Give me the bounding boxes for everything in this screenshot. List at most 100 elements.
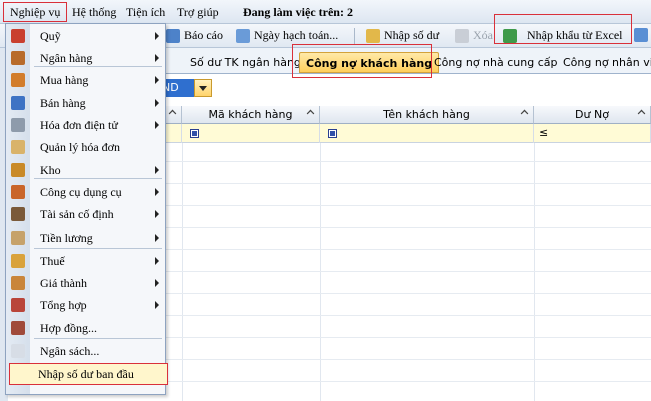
highlight-menu-nghiep-vu: [3, 2, 67, 22]
grid-row-line: [158, 161, 651, 162]
delete-label: Xóa: [473, 28, 493, 42]
dropdown-item-label: Nhập số dư ban đầu: [38, 367, 134, 381]
dropdown-item-label: Bán hàng: [40, 96, 86, 110]
column-header-label: Tên khách hàng: [383, 108, 470, 121]
report-button[interactable]: Báo cáo: [166, 28, 223, 43]
dropdown-item-ban-hang[interactable]: Bán hàng: [6, 92, 165, 114]
dropdown-item-quy[interactable]: Quỹ: [6, 25, 165, 47]
submenu-arrow-icon: [155, 99, 159, 107]
grid-column-line: [534, 143, 535, 401]
grid-row-line: [158, 249, 651, 250]
dropdown-item-tien-luong[interactable]: Tiền lương: [6, 227, 165, 249]
dropdown-item-hoa-don-dien-tu[interactable]: Hóa đơn điện tử: [6, 114, 165, 136]
submenu-arrow-icon: [155, 76, 159, 84]
dropdown-item-nhap-so-du-ban-dau[interactable]: Nhập số dư ban đầu: [9, 363, 168, 385]
submenu-arrow-icon: [155, 188, 159, 196]
grid-row-line: [158, 359, 651, 360]
filter-row: ≤: [158, 124, 651, 143]
calendar-icon: [236, 28, 250, 43]
menu-he-thong[interactable]: Hệ thống: [72, 5, 116, 20]
tab-bank-balance[interactable]: Số dư TK ngân hàng: [184, 52, 307, 73]
dropdown-item-cong-cu-dung-cu[interactable]: Công cụ dụng cụ: [6, 181, 165, 203]
nghiep-vu-dropdown: Quỹ Ngân hàng Mua hàng Bán hàng Hóa đơn điện…: [5, 23, 168, 395]
column-header-label: Mã khách hàng: [208, 108, 293, 121]
report-label: Báo cáo: [184, 28, 223, 42]
grid-column-line: [320, 143, 321, 401]
grid-row-line: [158, 315, 651, 316]
budget-icon: [11, 344, 25, 358]
dropdown-item-tai-san-co-dinh[interactable]: Tài sản cố định: [6, 203, 165, 225]
sales-icon: [11, 96, 25, 110]
bank-icon: [11, 51, 25, 65]
delete-icon: [455, 28, 469, 43]
filter-icon[interactable]: [190, 129, 199, 138]
data-grid: Mã khách hàng Tên khách hàng Dư Nợ ≤: [158, 106, 651, 401]
submenu-arrow-icon: [155, 166, 159, 174]
enter-balance-icon: [366, 28, 380, 43]
dropdown-item-label: Thuế: [40, 254, 65, 268]
working-on-status: Đang làm việc trên: 2: [243, 5, 353, 19]
dropdown-item-label: Công cụ dụng cụ: [40, 185, 122, 199]
chevron-down-icon[interactable]: [194, 79, 212, 97]
delete-button[interactable]: Xóa: [455, 28, 493, 43]
dropdown-item-label: Ngân sách...: [40, 344, 100, 358]
filter-icon[interactable]: [328, 129, 337, 138]
e-invoice-icon: [11, 118, 25, 132]
dropdown-item-label: Quỹ: [40, 29, 61, 43]
submenu-arrow-icon: [155, 257, 159, 265]
menu-tien-ich[interactable]: Tiện ích: [126, 5, 165, 20]
dropdown-item-hop-dong[interactable]: Hợp đồng...: [6, 317, 165, 339]
submenu-arrow-icon: [155, 301, 159, 309]
tab-employee-debt[interactable]: Công nợ nhân viê: [557, 52, 651, 73]
salary-icon: [11, 231, 25, 245]
purchase-icon: [11, 73, 25, 87]
dropdown-item-ngan-sach[interactable]: Ngân sách...: [6, 340, 165, 362]
grid-row-line: [158, 337, 651, 338]
grid-row-line: [158, 183, 651, 184]
tax-icon: [11, 254, 25, 268]
highlight-import-excel: [494, 14, 632, 44]
grid-row-line: [158, 227, 651, 228]
dropdown-item-ngan-hang[interactable]: Ngân hàng: [6, 47, 165, 69]
filter-cell-customer-code[interactable]: [182, 124, 320, 143]
asset-icon: [11, 207, 25, 221]
enter-balance-label: Nhập số dư: [384, 28, 440, 42]
tab-supplier-debt[interactable]: Công nợ nhà cung cấp: [428, 52, 563, 73]
highlight-tab-customer-debt: [292, 44, 432, 78]
submenu-arrow-icon: [155, 54, 159, 62]
dropdown-item-kho[interactable]: Kho: [6, 159, 165, 181]
dropdown-item-label: Hợp đồng...: [40, 321, 98, 335]
posting-date-label: Ngày hạch toán...: [254, 28, 339, 42]
column-header-customer-name[interactable]: Tên khách hàng: [320, 106, 534, 124]
dropdown-item-mua-hang[interactable]: Mua hàng: [6, 69, 165, 91]
dropdown-item-label: Mua hàng: [40, 73, 89, 87]
submenu-arrow-icon: [155, 210, 159, 218]
grid-row-line: [158, 381, 651, 382]
grid-row-line: [158, 205, 651, 206]
dropdown-item-tong-hop[interactable]: Tổng hợp: [6, 294, 165, 316]
dropdown-item-label: Hóa đơn điện tử: [40, 118, 118, 132]
menu-tro-giup[interactable]: Trợ giúp: [177, 5, 219, 20]
column-header-customer-code[interactable]: Mã khách hàng: [182, 106, 320, 124]
dropdown-item-quan-ly-hoa-don[interactable]: Quản lý hóa đơn: [6, 136, 165, 158]
submenu-arrow-icon: [155, 279, 159, 287]
dropdown-item-label: Tiền lương: [40, 231, 93, 245]
tools-icon: [11, 185, 25, 199]
grid-row-line: [158, 293, 651, 294]
posting-date-button[interactable]: Ngày hạch toán...: [236, 28, 338, 43]
dropdown-item-label: Kho: [40, 163, 61, 177]
dropdown-item-label: Quản lý hóa đơn: [40, 140, 120, 154]
column-header-debit[interactable]: Dư Nợ: [534, 106, 651, 124]
extra-toolbar-button[interactable]: [634, 28, 651, 42]
dropdown-item-thue[interactable]: Thuế: [6, 250, 165, 272]
contract-icon: [11, 321, 25, 335]
filter-cell-customer-name[interactable]: [320, 124, 534, 143]
enter-balance-button[interactable]: Nhập số dư: [366, 28, 439, 43]
dropdown-item-gia-thanh[interactable]: Giá thành: [6, 272, 165, 294]
filter-cell-debit[interactable]: ≤: [534, 124, 651, 143]
filter-operator[interactable]: ≤: [539, 126, 548, 139]
invoice-icon: [11, 140, 25, 154]
dropdown-item-label: Giá thành: [40, 276, 87, 290]
cash-icon: [11, 29, 25, 43]
currency-combo[interactable]: ND: [158, 79, 212, 97]
